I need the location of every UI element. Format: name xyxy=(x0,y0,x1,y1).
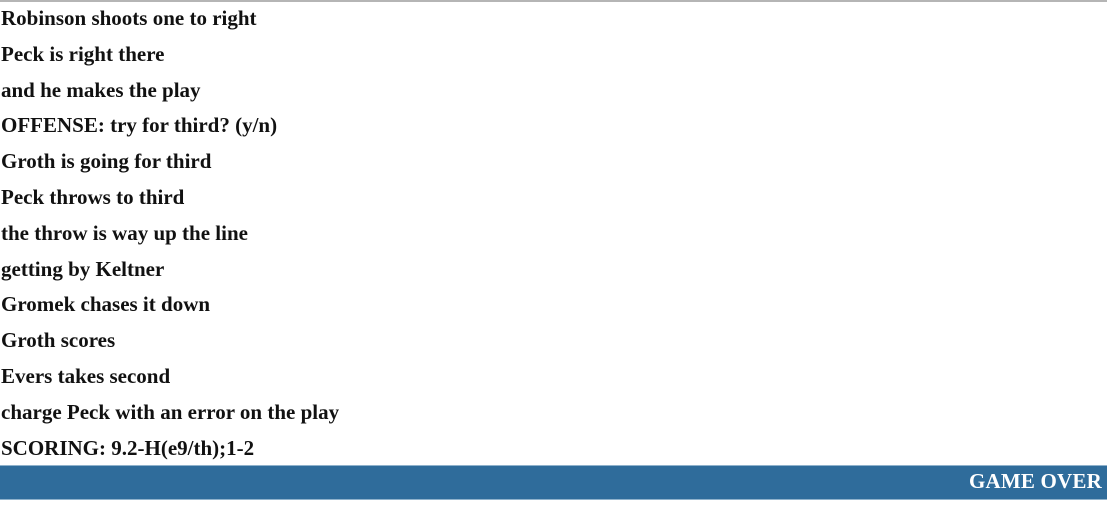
log-line: Gromek chases it down xyxy=(1,292,211,317)
log-line: the throw is way up the line xyxy=(1,220,248,245)
play-by-play-log: Robinson shoots one to right Peck is rig… xyxy=(0,1,1107,466)
log-line-prompt: OFFENSE: try for third? (y/n) xyxy=(1,113,278,138)
log-line: Evers takes second xyxy=(1,363,171,388)
log-line: Peck throws to third xyxy=(1,184,185,209)
log-line: Peck is right there xyxy=(1,41,165,66)
log-line: Groth scores xyxy=(1,328,116,353)
log-line: Groth is going for third xyxy=(1,149,212,174)
game-over-label: GAME OVER xyxy=(968,469,1102,493)
log-line: charge Peck with an error on the play xyxy=(1,399,340,424)
log-line: Robinson shoots one to right xyxy=(1,6,257,30)
log-line: and he makes the play xyxy=(1,77,201,102)
game-status-bar: GAME OVER xyxy=(0,465,1107,500)
log-line: getting by Keltner xyxy=(1,256,165,281)
log-line-scoring: SCORING: 9.2-H(e9/th);1-2 xyxy=(1,435,255,460)
